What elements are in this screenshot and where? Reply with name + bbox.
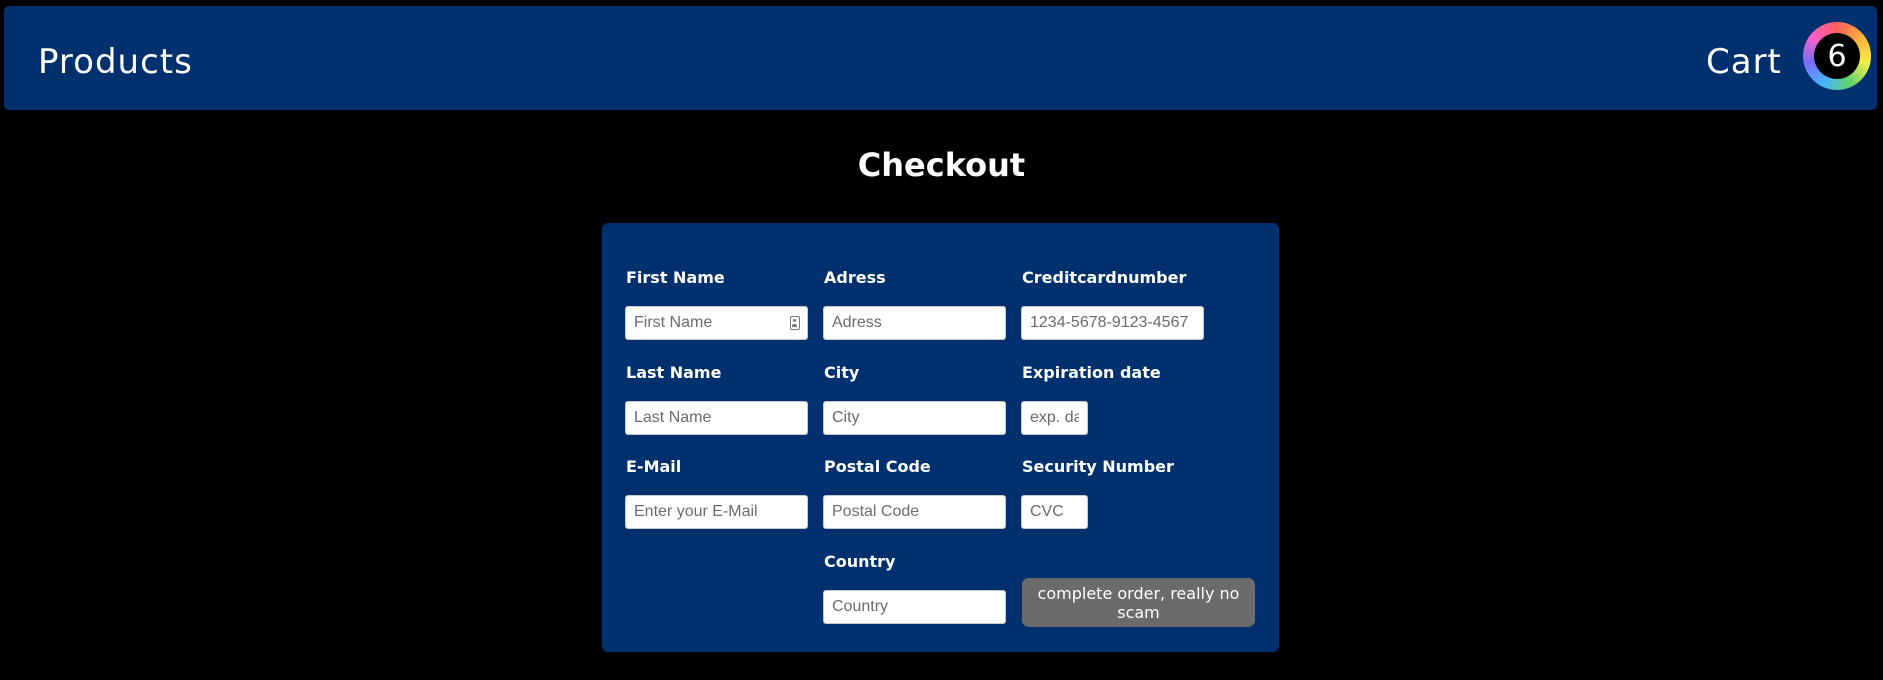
nav-cart-link[interactable]: Cart xyxy=(1706,42,1782,82)
last-name-input[interactable] xyxy=(625,401,808,435)
address-label: Adress xyxy=(824,268,886,287)
expiration-label: Expiration date xyxy=(1022,363,1161,382)
address-input[interactable] xyxy=(823,306,1006,340)
city-input[interactable] xyxy=(823,401,1006,435)
page-title: Checkout xyxy=(857,146,1026,184)
email-input[interactable] xyxy=(625,495,808,529)
country-input[interactable] xyxy=(823,590,1006,624)
expiration-input[interactable] xyxy=(1021,401,1088,435)
card-number-label: Creditcardnumber xyxy=(1022,268,1187,287)
cart-count-badge[interactable]: 6 xyxy=(1803,22,1871,90)
complete-order-button[interactable]: complete order, really no scam xyxy=(1022,578,1255,627)
first-name-input[interactable] xyxy=(625,306,808,340)
top-navbar: Products Cart xyxy=(4,6,1877,110)
email-label: E-Mail xyxy=(626,457,682,476)
cart-count: 6 xyxy=(1814,33,1860,79)
last-name-label: Last Name xyxy=(626,363,722,382)
postal-code-label: Postal Code xyxy=(824,457,931,476)
nav-products-link[interactable]: Products xyxy=(38,42,193,82)
country-label: Country xyxy=(824,552,896,571)
first-name-label: First Name xyxy=(626,268,725,287)
security-number-input[interactable] xyxy=(1021,495,1088,529)
postal-code-input[interactable] xyxy=(823,495,1006,529)
security-number-label: Security Number xyxy=(1022,457,1174,476)
city-label: City xyxy=(824,363,860,382)
card-number-input[interactable] xyxy=(1021,306,1204,340)
